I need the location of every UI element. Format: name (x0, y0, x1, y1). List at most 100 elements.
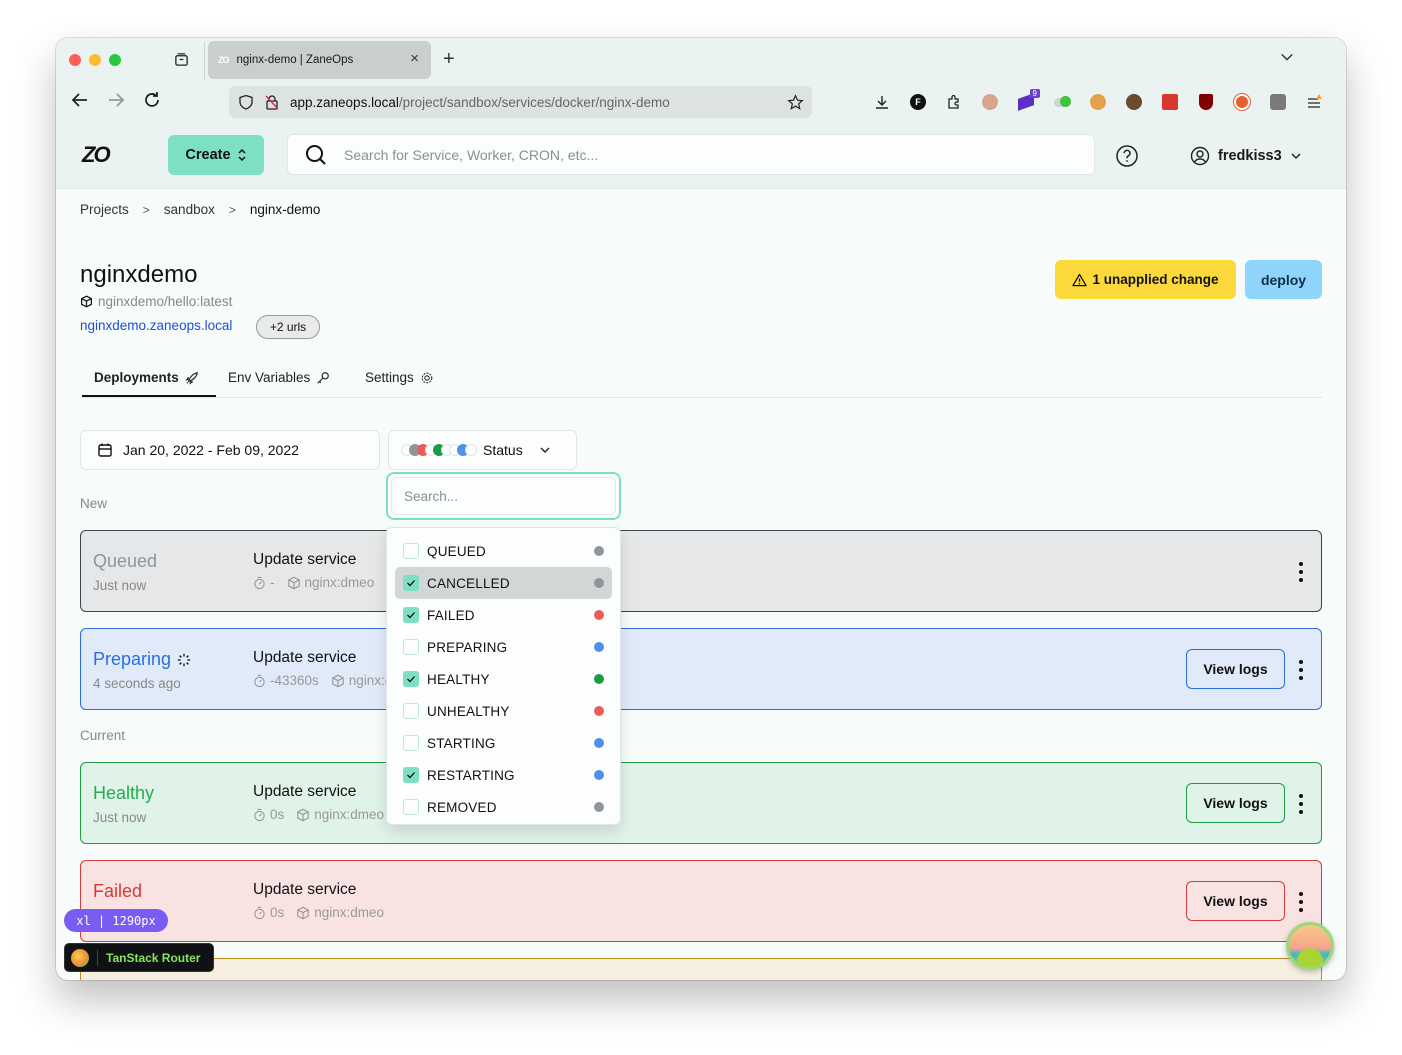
chevron-up-down-icon (238, 148, 246, 162)
deployment-duration: - (270, 575, 275, 590)
status-checkbox[interactable] (403, 703, 419, 719)
status-color-dot-icon (594, 546, 604, 556)
date-range-picker[interactable]: Jan 20, 2022 - Feb 09, 2022 (80, 430, 380, 470)
status-option-label: QUEUED (427, 543, 486, 559)
loader-spinner-icon (177, 653, 191, 666)
deployment-card-preparing[interactable]: Preparing 4 seconds ago Update service -… (80, 628, 1322, 710)
status-checkbox[interactable] (403, 767, 419, 783)
status-dot-stack (401, 444, 477, 456)
status-filter-label: Status (483, 442, 523, 458)
status-checkbox[interactable] (403, 607, 419, 623)
create-button[interactable]: Create (168, 135, 264, 175)
view-logs-button[interactable]: View logs (1186, 649, 1285, 689)
stack-extension-icon[interactable]: 9 (1008, 89, 1044, 113)
zaneops-logo[interactable]: ZO (82, 142, 111, 168)
view-logs-button[interactable]: View logs (1186, 881, 1285, 921)
deploy-button[interactable]: deploy (1245, 260, 1322, 299)
react-devtools-icon[interactable] (1152, 91, 1188, 113)
breadcrumb-projects[interactable]: Projects (80, 202, 129, 217)
status-option-queued[interactable]: QUEUED (395, 535, 612, 567)
bitwarden-icon[interactable] (1260, 91, 1296, 113)
tanstack-query-devtools-icon[interactable] (1286, 922, 1334, 970)
status-checkbox[interactable] (403, 735, 419, 751)
global-search-input[interactable]: Search for Service, Worker, CRON, etc... (287, 134, 1095, 175)
create-button-label: Create (185, 147, 231, 163)
tab-settings[interactable]: Settings (365, 370, 434, 385)
deployment-status: Queued (93, 551, 158, 571)
status-checkbox[interactable] (403, 671, 419, 687)
more-options-icon[interactable] (1298, 794, 1304, 814)
status-option-healthy[interactable]: HEALTHY (395, 663, 612, 695)
status-filter-button[interactable]: Status (388, 430, 577, 470)
deployment-time: Just now (93, 578, 147, 593)
extra-urls-button[interactable]: +2 urls (256, 315, 320, 339)
deployment-card-healthy[interactable]: Healthy Just now Update service 0s nginx… (80, 762, 1322, 844)
reload-icon[interactable] (142, 90, 162, 110)
more-options-icon[interactable] (1298, 660, 1304, 680)
chevron-down-icon (540, 447, 550, 453)
status-filter-popover: QUEUED CANCELLED FAILED PREPARING HEALTHY UNH… (386, 527, 621, 825)
status-search-input[interactable] (391, 477, 616, 515)
status-option-restarting[interactable]: RESTARTING (395, 759, 612, 791)
more-options-icon[interactable] (1298, 562, 1304, 582)
user-menu[interactable]: fredkiss3 (1190, 146, 1302, 166)
status-option-removed[interactable]: REMOVED (395, 791, 612, 823)
container-box-icon (287, 576, 300, 589)
url-host: app.zaneops.local (290, 94, 399, 110)
status-checkbox[interactable] (403, 575, 419, 591)
bookmark-star-icon[interactable] (787, 93, 804, 111)
search-icon (306, 144, 326, 165)
tab-deployments[interactable]: Deployments (94, 370, 199, 385)
timer-icon (254, 674, 265, 687)
status-option-starting[interactable]: STARTING (395, 727, 612, 759)
f-extension-icon[interactable]: F (900, 91, 936, 113)
tanstack-router-devtools-button[interactable]: TanStack Router (64, 943, 214, 972)
duckduckgo-icon[interactable] (1224, 91, 1260, 113)
download-icon[interactable] (864, 91, 900, 113)
help-icon[interactable] (1115, 144, 1139, 168)
forward-arrow-icon[interactable] (106, 90, 126, 110)
tab-list-chevron-icon[interactable] (1280, 50, 1294, 64)
cookie-bite-icon[interactable] (1116, 91, 1152, 113)
status-option-label: UNHEALTHY (427, 703, 510, 719)
unapplied-changes-button[interactable]: 1 unapplied change (1055, 260, 1236, 299)
shield-icon[interactable] (238, 94, 254, 110)
toggle-extension-icon[interactable] (1044, 91, 1080, 113)
menu-icon[interactable] (1296, 91, 1332, 113)
status-checkbox[interactable] (403, 799, 419, 815)
breadcrumb-project[interactable]: sandbox (164, 202, 215, 217)
cookie-icon[interactable] (1080, 91, 1116, 113)
deployment-commit-message: Update service (253, 783, 357, 800)
tab-env-variables[interactable]: Env Variables (228, 370, 330, 385)
ublock-icon[interactable] (1188, 91, 1224, 113)
view-logs-button[interactable]: View logs (1186, 783, 1285, 823)
status-color-dot-icon (594, 770, 604, 780)
puzzle-icon[interactable] (936, 91, 972, 113)
status-checkbox[interactable] (403, 639, 419, 655)
status-checkbox[interactable] (403, 543, 419, 559)
window-close-button[interactable] (69, 54, 81, 66)
tab-overview-icon[interactable] (174, 52, 189, 67)
window-maximize-button[interactable] (109, 54, 121, 66)
url-bar[interactable]: app.zaneops.local/project/sandbox/servic… (229, 86, 812, 118)
deployment-card-queued[interactable]: Queued Just now Update service - nginx:d… (80, 530, 1322, 612)
tab-close-icon[interactable]: × (410, 50, 419, 67)
status-option-unhealthy[interactable]: UNHEALTHY (395, 695, 612, 727)
more-options-icon[interactable] (1298, 892, 1304, 912)
deployment-card-failed[interactable]: Failed Update service 0s nginx:dmeo View… (80, 860, 1322, 942)
service-url-link[interactable]: nginxdemo.zaneops.local (80, 318, 232, 333)
back-arrow-icon[interactable] (70, 90, 90, 110)
new-tab-button[interactable]: + (443, 48, 455, 71)
status-option-label: STARTING (427, 735, 496, 751)
status-option-failed[interactable]: FAILED (395, 599, 612, 631)
status-option-cancelled[interactable]: CANCELLED (395, 567, 612, 599)
avatar-extension-icon[interactable] (972, 91, 1008, 113)
browser-tab-active[interactable]: ZO nginx-demo | ZaneOps × (208, 41, 431, 79)
url-text[interactable]: app.zaneops.local/project/sandbox/servic… (290, 95, 670, 110)
user-avatar-icon (1190, 146, 1210, 166)
status-color-dot-icon (594, 642, 604, 652)
status-option-preparing[interactable]: PREPARING (395, 631, 612, 663)
window-minimize-button[interactable] (89, 54, 101, 66)
insecure-lock-icon[interactable] (264, 94, 280, 110)
deployment-card-partial[interactable] (80, 958, 1322, 980)
